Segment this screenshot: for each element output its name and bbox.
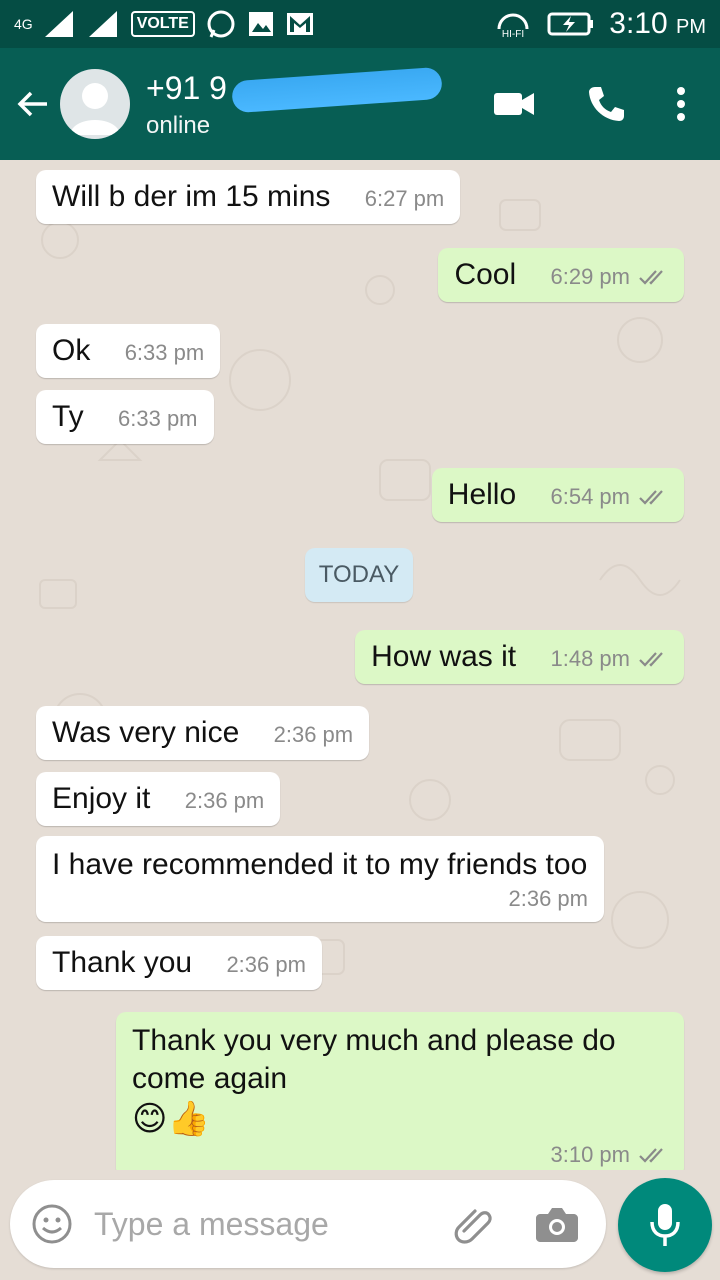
signal-icon: [44, 11, 73, 37]
redaction-scribble: [231, 66, 443, 114]
message-time: 2:36 pm: [226, 952, 306, 977]
image-notification-icon: [248, 12, 273, 36]
svg-text:HI-FI: HI-FI: [502, 29, 524, 39]
status-time: 3:10 PM: [609, 7, 706, 40]
message-time: 2:36 pm: [273, 722, 354, 747]
message-text: I have recommended it to my friends too: [52, 848, 588, 881]
message-text: Enjoy it: [52, 782, 151, 815]
message-input[interactable]: [94, 1205, 424, 1243]
chat-header: +91 9 online: [0, 48, 720, 160]
message-text: Ok: [52, 334, 91, 367]
attach-icon[interactable]: [452, 1203, 494, 1245]
outgoing-message[interactable]: How was it 1:48 pm: [355, 630, 684, 684]
message-composer: [10, 1180, 606, 1268]
contact-status: online: [146, 112, 211, 139]
back-arrow-icon: [17, 91, 47, 117]
whatsapp-notification-icon: [207, 10, 235, 38]
message-text: Will b der im 15 mins: [52, 180, 331, 213]
message-time: 2:36 pm: [508, 886, 589, 911]
contact-name: +91 9: [146, 66, 443, 114]
contact-info[interactable]: +91 9 online: [146, 66, 443, 140]
incoming-message[interactable]: Ok 6:33 pm: [36, 324, 221, 378]
outgoing-message[interactable]: Cool 6:29 pm: [438, 248, 684, 302]
more-vert-icon[interactable]: [676, 86, 686, 122]
date-divider: TODAY: [305, 548, 413, 602]
message-time: 6:54 pm: [551, 484, 669, 510]
emoji-icon[interactable]: [30, 1202, 74, 1246]
read-receipt-icon: [639, 652, 663, 667]
phone-icon[interactable]: [586, 84, 626, 124]
message-time: 1:48 pm: [551, 646, 669, 672]
message-time: 6:33 pm: [118, 406, 198, 431]
signal-icon-2: [88, 11, 117, 37]
message-time: 6:33 pm: [124, 340, 205, 365]
incoming-message[interactable]: Enjoy it 2:36 pm: [36, 772, 281, 826]
message-time: 2:36 pm: [184, 788, 265, 813]
default-avatar-icon: [70, 83, 120, 135]
message-text: Ty: [52, 400, 84, 433]
incoming-message[interactable]: Will b der im 15 mins 6:27 pm: [36, 170, 461, 224]
avatar[interactable]: [60, 69, 130, 139]
incoming-message[interactable]: Thank you 2:36 pm: [36, 936, 322, 990]
message-text: How was it: [371, 640, 517, 673]
microphone-icon: [650, 1204, 680, 1246]
gmail-notification-icon: [286, 13, 313, 35]
battery-charging-icon: [547, 12, 594, 36]
back-button[interactable]: [6, 48, 60, 160]
message-text: Thank you very much and please do come a…: [132, 1024, 616, 1095]
outgoing-message[interactable]: Hello 6:54 pm: [431, 468, 684, 522]
message-text: Was very nice: [52, 716, 240, 749]
message-text: Thank you: [52, 946, 193, 979]
message-time: 3:10 pm: [132, 1142, 668, 1168]
outgoing-message[interactable]: Thank you very much and please do come a…: [116, 1012, 684, 1170]
incoming-message[interactable]: Was very nice 2:36 pm: [36, 706, 370, 760]
incoming-message[interactable]: Ty 6:33 pm: [36, 390, 214, 444]
read-receipt-icon: [639, 490, 663, 505]
video-call-icon[interactable]: [492, 89, 536, 119]
message-text: Hello: [447, 478, 517, 511]
incoming-message[interactable]: I have recommended it to my friends too …: [36, 836, 604, 922]
message-emoji: 😊👍: [132, 1100, 210, 1138]
message-time: 6:29 pm: [551, 264, 669, 290]
message-time: 6:27 pm: [364, 186, 445, 211]
chat-area[interactable]: Will b der im 15 mins 6:27 pm Cool 6:29 …: [0, 160, 720, 1170]
network-type: 4G: [14, 16, 33, 32]
camera-icon[interactable]: [534, 1204, 580, 1244]
voice-record-button[interactable]: [618, 1178, 712, 1272]
message-text: Cool: [454, 258, 517, 291]
read-receipt-icon: [639, 270, 663, 285]
volte-badge: VOLTE: [130, 11, 195, 37]
hifi-icon: HI-FI: [497, 13, 529, 39]
status-bar: 4G VOLTE HI-FI 3:10 PM: [0, 0, 720, 48]
read-receipt-icon: [639, 1148, 663, 1163]
